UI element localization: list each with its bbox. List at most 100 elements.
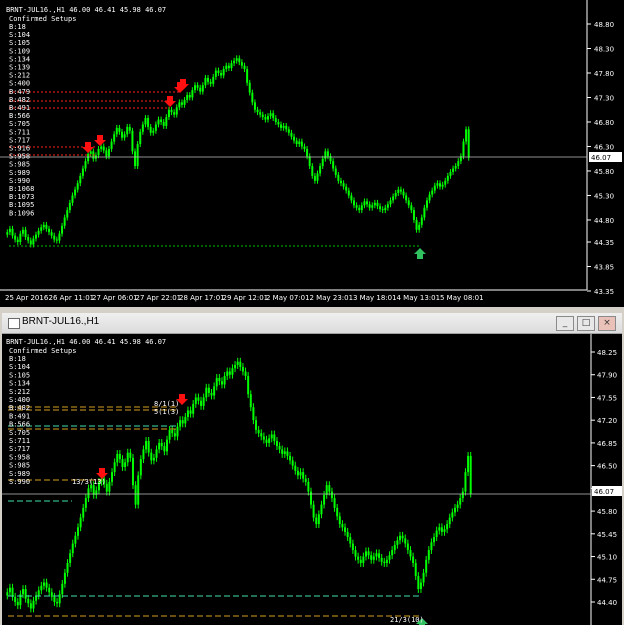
minimize-button[interactable]: _	[556, 316, 574, 331]
candle-body	[439, 183, 442, 187]
candle-body	[247, 376, 250, 395]
bottom-chart-panel[interactable]: 48.2547.9047.5547.2046.8546.5046.1545.80…	[2, 334, 622, 625]
top-chart[interactable]: 48.80 48.30 47.80 47.30 46.80 46.30 45.80 45.30…	[0, 0, 624, 307]
candle-body	[16, 239, 19, 243]
candle-body	[176, 426, 179, 437]
chart-window[interactable]: BRNT-JUL16.,H1 _ □ × 48.25 47.90 47.55 47.2…	[0, 311, 624, 625]
candle-body	[274, 118, 277, 122]
candle-body	[345, 186, 348, 191]
candle-body	[282, 125, 285, 128]
candle-body	[214, 70, 217, 77]
candle-body	[249, 394, 252, 408]
candle-body	[417, 576, 420, 590]
candle-body	[294, 465, 297, 471]
setup-label: S:717	[9, 445, 30, 453]
candle-body	[27, 598, 30, 604]
price-label: 45.80	[594, 168, 614, 176]
annotation-2: 8/1(1)	[154, 400, 179, 408]
candle-body	[79, 517, 82, 528]
candle-body	[89, 151, 92, 154]
candle-body	[160, 442, 163, 447]
setup-label: S:212	[9, 72, 30, 80]
candle-body	[358, 207, 361, 211]
price-label: 44.40	[597, 599, 617, 607]
setup-label: S:109	[9, 47, 30, 55]
candle-body	[84, 161, 87, 169]
candle-body	[355, 205, 358, 208]
candle-body	[332, 161, 335, 169]
top-chart-panel[interactable]: 48.80 48.30 47.80 47.30 46.80 46.30 45.80 45.30…	[0, 0, 624, 307]
candle-body	[126, 126, 129, 135]
candle-body	[207, 387, 210, 393]
candle-body	[48, 587, 51, 593]
chart-header: BRNT-JUL16.,H1 46.00 46.41 45.98 46.07	[6, 338, 166, 346]
candle-body	[419, 582, 422, 590]
candle-body	[456, 504, 459, 508]
candle-body	[418, 224, 421, 230]
sell-arrow-icon	[82, 142, 94, 153]
close-button[interactable]: ×	[598, 316, 616, 331]
candle-body	[22, 589, 25, 595]
candle-body	[399, 189, 402, 192]
candle-body	[163, 446, 166, 452]
candle-body	[415, 219, 418, 230]
candle-body	[124, 462, 127, 467]
candle-body	[53, 596, 56, 602]
setup-label: S:990	[9, 177, 30, 185]
candle-body	[275, 440, 278, 447]
candle-body	[184, 416, 187, 424]
candle-body	[123, 134, 126, 138]
candle-body	[118, 453, 121, 460]
candle-body	[105, 150, 108, 157]
window-titlebar[interactable]: BRNT-JUL16.,H1 _ □ ×	[2, 313, 622, 334]
candle-body	[29, 603, 32, 609]
candle-body	[84, 498, 87, 508]
candle-body	[34, 234, 37, 239]
candle-body	[457, 161, 460, 167]
price-label: 43.35	[594, 288, 614, 296]
candle-body	[202, 397, 205, 406]
candle-body	[315, 517, 318, 525]
candle-body	[446, 175, 449, 181]
candle-body	[160, 119, 163, 122]
candle-body	[389, 200, 392, 205]
candle-body	[79, 175, 82, 184]
candle-body	[134, 485, 137, 505]
candle-body	[414, 563, 417, 577]
candle-body	[128, 126, 131, 131]
candle-body	[11, 587, 14, 597]
price-label: 44.35	[594, 239, 614, 247]
candle-body	[218, 377, 221, 382]
candle-body	[102, 146, 105, 151]
setup-label: B:1095	[9, 201, 34, 209]
candle-body	[306, 148, 309, 157]
setup-label: S:958	[9, 153, 30, 161]
candle-body	[74, 535, 77, 544]
candle-body	[139, 131, 142, 145]
candle-body	[299, 472, 302, 476]
restore-button[interactable]: □	[577, 316, 595, 331]
candle-body	[186, 95, 189, 100]
candle-body	[338, 516, 341, 525]
candle-body	[381, 209, 384, 211]
bottom-chart[interactable]: 48.2547.9047.5547.2046.8546.5046.1545.80…	[2, 334, 622, 625]
candle-body	[173, 112, 176, 115]
candle-body	[14, 596, 17, 602]
candle-body	[451, 512, 454, 518]
candle-body	[257, 429, 260, 434]
candle-body	[347, 190, 350, 196]
setup-label: S:990	[9, 478, 30, 486]
candle-body	[116, 453, 119, 463]
current-price: 46.07	[594, 488, 614, 496]
candle-body	[131, 457, 134, 486]
chart-header: BRNT-JUL16.,H1 46.00 46.41 45.98 46.07	[6, 6, 166, 14]
candle-body	[239, 361, 242, 367]
candle-body	[392, 196, 395, 201]
time-label: 5 May 08:01	[440, 294, 484, 302]
setup-label: B:1096	[9, 209, 34, 217]
candle-body	[234, 364, 237, 369]
candle-body	[354, 550, 357, 557]
candle-body	[422, 572, 425, 583]
candle-body	[50, 232, 53, 236]
candle-body	[375, 553, 378, 557]
